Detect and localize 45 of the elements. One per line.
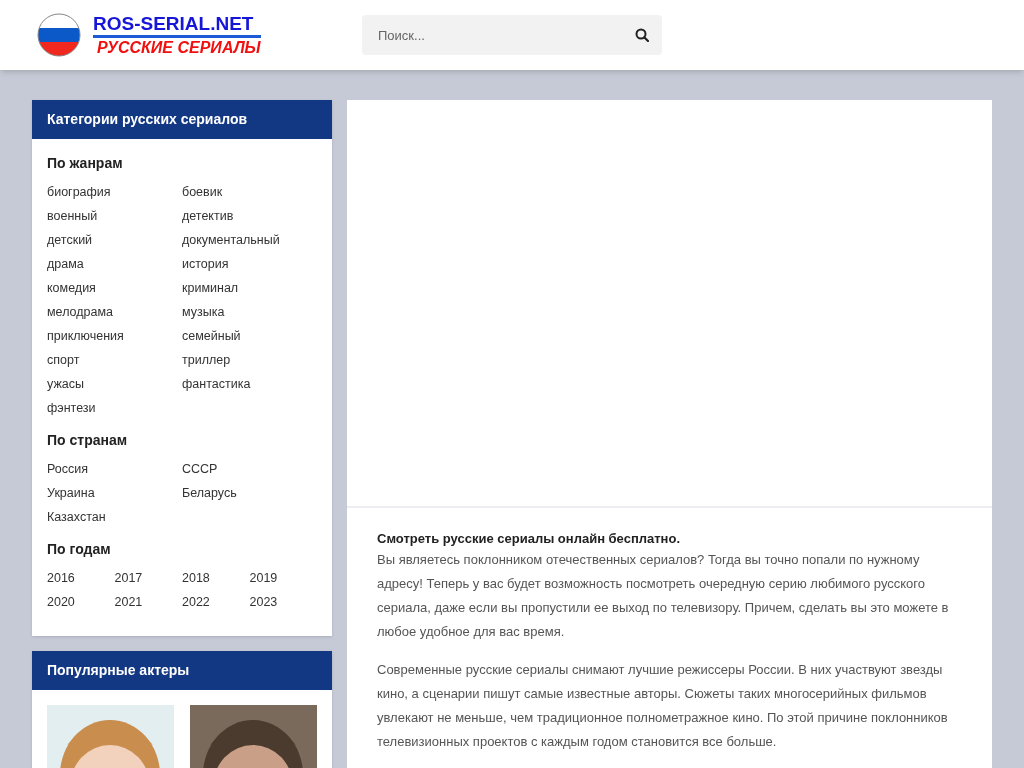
- logo-subtitle: РУССКИЕ СЕРИАЛЫ: [97, 40, 261, 56]
- category-link[interactable]: фантастика: [182, 372, 317, 396]
- category-link[interactable]: 2016: [47, 566, 115, 590]
- logo-title: ROS-SERIAL.NET: [93, 14, 261, 38]
- group-heading: По жанрам: [47, 154, 124, 173]
- category-link[interactable]: история: [182, 252, 317, 276]
- category-link[interactable]: Беларусь: [182, 481, 317, 505]
- category-link[interactable]: военный: [47, 204, 182, 228]
- category-link[interactable]: семейный: [182, 324, 317, 348]
- search-field[interactable]: Поиск...: [362, 15, 662, 55]
- category-link[interactable]: музыка: [182, 300, 317, 324]
- category-link[interactable]: мелодрама: [47, 300, 182, 324]
- search-icon[interactable]: [635, 28, 649, 42]
- category-link[interactable]: 2019: [249, 566, 317, 590]
- category-link[interactable]: 2020: [47, 590, 115, 614]
- category-link[interactable]: Россия: [47, 457, 182, 481]
- group-heading: По годам: [47, 540, 112, 559]
- card-header: Категории русских сериалов: [32, 100, 332, 139]
- category-link[interactable]: боевик: [182, 180, 317, 204]
- category-link[interactable]: Украина: [47, 481, 182, 505]
- intro-heading: Смотреть русские сериалы онлайн бесплатно.: [377, 530, 682, 548]
- category-link[interactable]: спорт: [47, 348, 182, 372]
- intro-paragraph: Вы являетесь поклонником отечественных сериалов? Тогда вы точно попали по нужному адресу! Теперь у вас будет возможность посмотреть очередную серию любимого русского сериала, даже если вы пропустили ее выход по телевизору. Причем, сделать вы это можете в любое удобное для вас время.: [377, 551, 950, 641]
- category-link[interactable]: триллер: [182, 348, 317, 372]
- category-link[interactable]: детектив: [182, 204, 317, 228]
- category-link[interactable]: 2017: [114, 566, 182, 590]
- category-link[interactable]: детский: [47, 228, 182, 252]
- category-link[interactable]: фэнтези: [47, 396, 182, 420]
- category-link[interactable]: комедия: [47, 276, 182, 300]
- flag-icon: [37, 13, 81, 57]
- category-link[interactable]: биография: [47, 180, 182, 204]
- group-heading: По странам: [47, 431, 129, 450]
- category-link[interactable]: 2021: [114, 590, 182, 614]
- category-link[interactable]: 2023: [249, 590, 317, 614]
- card-header: Популярные актеры: [32, 651, 332, 690]
- category-link[interactable]: драма: [47, 252, 182, 276]
- category-link[interactable]: криминал: [182, 276, 317, 300]
- category-link[interactable]: СССР: [182, 457, 317, 481]
- category-link[interactable]: ужасы: [47, 372, 182, 396]
- category-link[interactable]: 2022: [182, 590, 250, 614]
- category-link[interactable]: документальный: [182, 228, 317, 252]
- category-link[interactable]: приключения: [47, 324, 182, 348]
- intro-paragraph: Современные русские сериалы снимают лучшие режиссеры России. В них участвуют звезды кино, а сценарии пишут самые известные авторы. Сюжеты таких многосерийных фильмов увлекают не меньше, чем традиционное полнометражное кино. По этой причине поклонников телевизионных проектов с каждым годом становится все больше.: [377, 661, 949, 751]
- category-link[interactable]: Казахстан: [47, 505, 182, 529]
- category-link[interactable]: 2018: [182, 566, 250, 590]
